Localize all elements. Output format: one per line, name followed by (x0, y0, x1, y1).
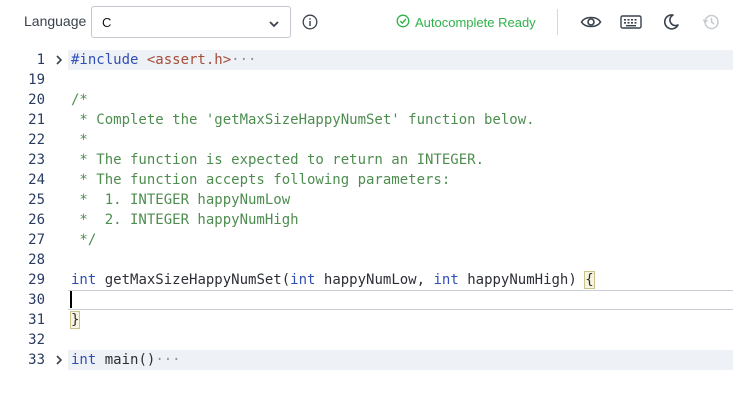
code-line-text: * The function is expected to return an … (71, 150, 484, 170)
code-token: #include (71, 52, 147, 68)
code-token: /* (71, 92, 88, 108)
code-line[interactable]: } (0, 310, 733, 330)
code-token: * 1. INTEGER happyNumLow (71, 192, 291, 208)
code-line[interactable] (0, 250, 733, 270)
code-line[interactable]: int main()··· (68, 350, 733, 370)
code-token: * Complete the 'getMaxSizeHappyNumSet' f… (71, 112, 535, 128)
fold-ellipsis[interactable]: ··· (155, 352, 180, 368)
chevron-down-icon (268, 17, 280, 35)
code-line-text: * Complete the 'getMaxSizeHappyNumSet' f… (71, 110, 535, 130)
code-line[interactable]: /* (0, 90, 733, 110)
code-line-text: #include <assert.h>··· (71, 50, 256, 70)
code-token: main() (96, 352, 156, 368)
current-line-highlight (68, 290, 733, 310)
code-line[interactable]: * The function accepts following paramet… (0, 170, 733, 190)
keyboard-icon[interactable] (620, 11, 642, 33)
code-line-text: * 2. INTEGER happyNumHigh (71, 210, 299, 230)
text-cursor (70, 291, 72, 308)
fold-chevron-right-icon[interactable] (52, 350, 66, 370)
code-token: int (71, 352, 97, 368)
code-token: * (71, 132, 88, 148)
code-token: */ (71, 232, 97, 248)
code-line-text: int main()··· (71, 350, 181, 370)
code-line[interactable]: * The function is expected to return an … (0, 150, 733, 170)
info-icon[interactable] (302, 14, 318, 35)
code-line-text: * (71, 130, 88, 150)
code-token: happyNumLow, (315, 272, 434, 288)
autocomplete-status-text: Autocomplete Ready (415, 15, 536, 30)
code-line[interactable]: */ (0, 230, 733, 250)
code-token: * 2. INTEGER happyNumHigh (71, 212, 299, 228)
code-line[interactable]: int getMaxSizeHappyNumSet(int happyNumLo… (0, 270, 733, 290)
code-token: int (71, 272, 97, 288)
autocomplete-status: Autocomplete Ready (396, 14, 536, 31)
code-token: int (433, 272, 459, 288)
code-line-text: */ (71, 230, 96, 250)
editor-toolbar: Language C Autocomplete Ready (0, 0, 733, 44)
matched-brace: } (69, 311, 81, 329)
code-line[interactable] (0, 330, 733, 350)
code-token: int (290, 272, 316, 288)
code-line[interactable]: #include <assert.h>··· (68, 50, 733, 70)
check-circle-icon (396, 14, 410, 31)
code-token: getMaxSizeHappyNumSet( (96, 272, 291, 288)
language-select-value: C (102, 15, 112, 30)
code-line[interactable]: * Complete the 'getMaxSizeHappyNumSet' f… (0, 110, 733, 130)
language-select[interactable]: C (91, 6, 291, 38)
toolbar-divider (557, 9, 558, 35)
history-icon[interactable] (700, 11, 722, 33)
fold-chevron-right-icon[interactable] (52, 50, 66, 70)
code-editor[interactable]: 1 #include <assert.h>··· 19 20/* 21 * Comple… (0, 48, 733, 378)
moon-icon[interactable] (660, 11, 682, 33)
code-line-text: } (69, 310, 81, 330)
line-number: 33 (28, 352, 45, 368)
code-line[interactable] (0, 70, 733, 90)
code-token: * The function is expected to return an … (71, 152, 485, 168)
fold-ellipsis[interactable]: ··· (231, 52, 256, 68)
code-line[interactable]: * (0, 130, 733, 150)
code-token: * The function accepts following paramet… (71, 172, 451, 188)
code-line-text: /* (71, 90, 88, 110)
code-line-text: * The function accepts following paramet… (71, 170, 450, 190)
eye-icon[interactable] (580, 11, 602, 33)
code-line-text: * 1. INTEGER happyNumLow (71, 190, 290, 210)
code-token: <assert.h> (146, 52, 232, 68)
code-line-text: int getMaxSizeHappyNumSet(int happyNumLo… (71, 270, 595, 290)
code-token: happyNumHigh) (458, 272, 586, 288)
code-line[interactable]: * 2. INTEGER happyNumHigh (0, 210, 733, 230)
language-label: Language (24, 13, 87, 29)
code-line[interactable]: * 1. INTEGER happyNumLow (0, 190, 733, 210)
line-number: 1 (36, 52, 45, 68)
matched-brace: { (584, 271, 595, 289)
